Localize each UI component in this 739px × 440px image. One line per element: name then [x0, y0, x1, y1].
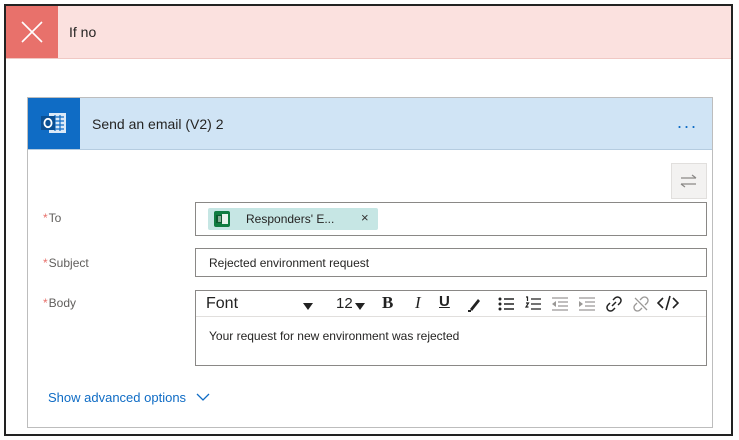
required-marker: * [43, 256, 48, 270]
more-options-button[interactable]: ... [677, 112, 698, 133]
bold-button[interactable]: B [382, 293, 393, 313]
body-label: *Body [43, 296, 76, 310]
decrease-indent-icon[interactable] [552, 296, 568, 315]
to-label-text: To [48, 211, 62, 225]
action-card: Send an email (V2) 2 ... *To Responders'… [27, 97, 713, 428]
body-value: Your request for new environment was rej… [209, 329, 460, 343]
show-advanced-options-link[interactable]: Show advanced options [48, 390, 210, 405]
to-field[interactable]: Responders' E... × [195, 202, 707, 236]
unlink-icon[interactable] [633, 296, 649, 315]
underline-button[interactable]: U [439, 293, 450, 310]
required-marker: * [43, 211, 48, 225]
outlook-icon [28, 98, 80, 149]
condition-header-if-no[interactable]: If no [6, 6, 731, 59]
font-color-icon[interactable] [467, 296, 483, 315]
code-view-icon[interactable] [656, 295, 680, 314]
increase-indent-icon[interactable] [579, 296, 595, 315]
subject-label: *Subject [43, 256, 89, 270]
required-marker: * [43, 296, 48, 310]
token-label: Responders' E... [246, 212, 335, 226]
rich-text-toolbar: Font 12 B I U [196, 291, 706, 317]
numbered-list-icon[interactable] [524, 296, 541, 315]
action-card-header[interactable]: Send an email (V2) 2 ... [28, 98, 712, 150]
bullet-list-icon[interactable] [498, 296, 514, 315]
chevron-down-icon [196, 393, 210, 401]
font-size-select[interactable]: 12 [336, 295, 353, 312]
italic-button[interactable]: I [415, 293, 421, 313]
font-select[interactable]: Font [206, 295, 238, 313]
condition-title: If no [69, 24, 97, 40]
advanced-label: Show advanced options [48, 390, 187, 405]
link-icon[interactable] [606, 296, 622, 315]
subject-field[interactable]: Rejected environment request [195, 248, 707, 277]
subject-value: Rejected environment request [209, 256, 370, 270]
font-size-dropdown-icon[interactable] [355, 298, 365, 314]
close-icon [6, 6, 58, 58]
body-label-text: Body [48, 296, 77, 310]
subject-label-text: Subject [48, 256, 89, 270]
responders-email-token[interactable]: Responders' E... × [208, 208, 378, 230]
forms-icon [214, 211, 230, 227]
to-label: *To [43, 211, 61, 225]
font-dropdown-icon[interactable] [303, 298, 313, 314]
remove-token-button[interactable]: × [361, 210, 369, 225]
flow-frame: If no Send an email (V2) 2 ... *To Respo… [4, 4, 733, 436]
action-title: Send an email (V2) 2 [92, 116, 224, 132]
body-editor[interactable]: Font 12 B I U Your request for new envir… [195, 290, 707, 366]
swap-icon[interactable] [671, 163, 707, 199]
